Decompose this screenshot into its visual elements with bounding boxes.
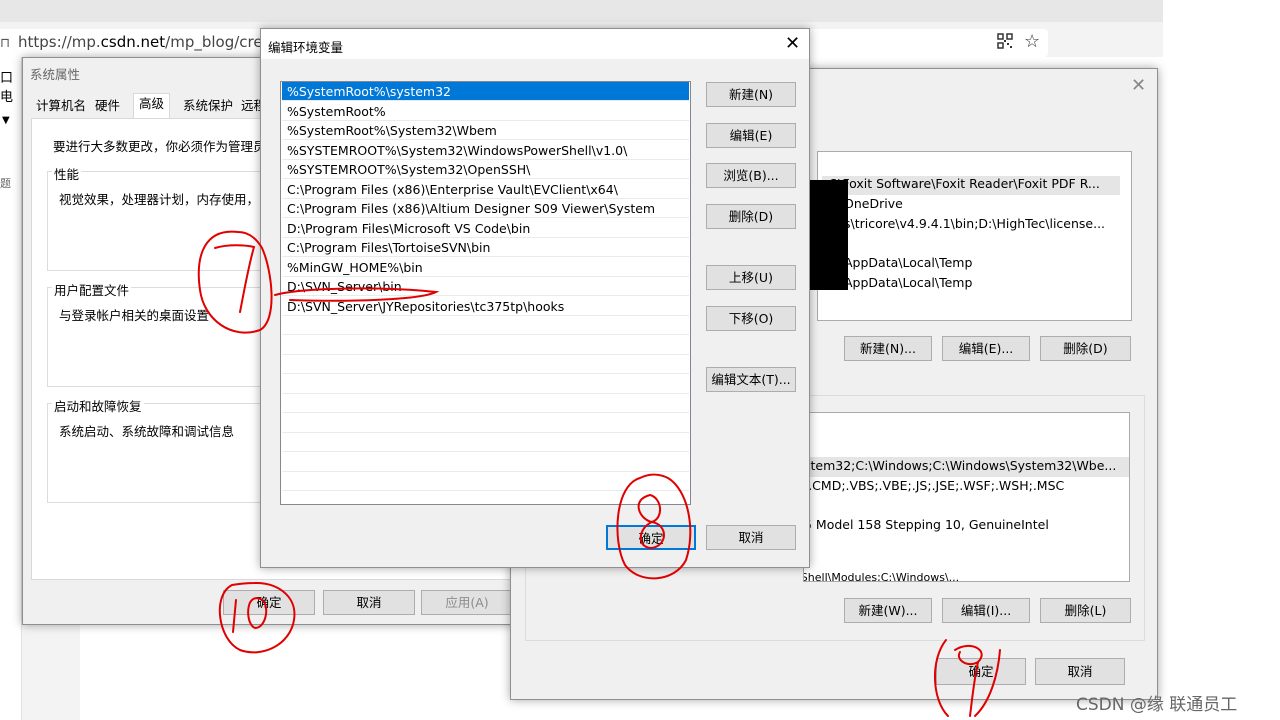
- performance-text: 视觉效果，处理器计划，内存使用，以: [59, 192, 272, 207]
- list-item[interactable]: %SYSTEMROOT%\System32\OpenSSH\: [282, 160, 689, 179]
- edit-cancel-button[interactable]: 取消: [706, 525, 796, 550]
- tab-hardware[interactable]: 硬件: [90, 96, 125, 118]
- dialog-title: 系统属性: [30, 67, 81, 82]
- user-delete-button[interactable]: 删除(D): [1040, 336, 1131, 361]
- list-item[interactable]: AppData\Local\Temp: [844, 255, 972, 270]
- startup-recovery-text: 系统启动、系统故障和调试信息: [59, 424, 235, 439]
- tab-strip: [0, 0, 1163, 22]
- list-row-empty[interactable]: [282, 394, 689, 413]
- list-item[interactable]: %SystemRoot%: [282, 102, 689, 121]
- list-row-empty[interactable]: [282, 336, 689, 355]
- qr-code-icon[interactable]: [997, 33, 1013, 49]
- list-row-empty[interactable]: [282, 316, 689, 335]
- close-icon[interactable]: ✕: [785, 33, 800, 54]
- sys-delete-button[interactable]: 删除(L): [1040, 598, 1131, 623]
- admin-note: 要进行大多数更改，你必须作为管理员登: [53, 139, 279, 154]
- env-ok-button[interactable]: 确定: [936, 658, 1026, 685]
- list-item[interactable]: ;.CMD;.VBS;.VBE;.JS;.JSE;.WSF;.WSH;.MSC: [804, 478, 1064, 493]
- list-item[interactable]: stem32;C:\Windows;C:\Windows\System32\Wb…: [804, 458, 1116, 473]
- list-row-empty[interactable]: [282, 375, 689, 394]
- startup-recovery-label: 启动和故障恢复: [52, 396, 144, 415]
- edit-text-button[interactable]: 编辑文本(T)...: [706, 367, 796, 392]
- list-row-empty[interactable]: [282, 472, 689, 491]
- list-item[interactable]: C:\Program Files (x86)\Altium Designer S…: [282, 199, 689, 218]
- system-variables-list[interactable]: stem32;C:\Windows;C:\Windows\System32\Wb…: [803, 412, 1130, 582]
- user-profile-text: 与登录帐户相关的桌面设置: [59, 308, 210, 323]
- sys-ok-button[interactable]: 确定: [223, 590, 315, 615]
- list-item[interactable]: OneDrive: [844, 196, 903, 211]
- list-item[interactable]: %SystemRoot%\system32: [282, 82, 689, 101]
- edit-env-variable-dialog: 编辑环境变量 ✕ %SystemRoot%\system32 %SystemRo…: [260, 28, 810, 568]
- list-item[interactable]: s\tricore\v4.9.4.1\bin;D:\HighTec\licens…: [844, 216, 1105, 231]
- list-row-empty[interactable]: [282, 453, 689, 472]
- list-row-empty[interactable]: [282, 355, 689, 374]
- list-item[interactable]: C:\Program Files\TortoiseSVN\bin: [282, 238, 689, 257]
- edit-ok-button[interactable]: 确定: [606, 525, 696, 550]
- sys-edit-button[interactable]: 编辑(I)...: [942, 598, 1030, 623]
- performance-label: 性能: [52, 164, 82, 183]
- move-up-button[interactable]: 上移(U): [706, 265, 796, 290]
- title-bar: [261, 29, 809, 59]
- path-list[interactable]: %SystemRoot%\system32 %SystemRoot% %Syst…: [280, 81, 691, 505]
- user-edit-button[interactable]: 编辑(E)...: [942, 336, 1030, 361]
- left-page-strip: 口电 ▼ 题: [0, 57, 22, 720]
- sys-new-button[interactable]: 新建(W)...: [844, 598, 932, 623]
- tab-fragment: 口电: [0, 71, 14, 105]
- close-icon[interactable]: ✕: [1131, 75, 1146, 96]
- list-item[interactable]: %SystemRoot%\System32\Wbem: [282, 121, 689, 140]
- list-item[interactable]: %SYSTEMROOT%\System32\WindowsPowerShell\…: [282, 141, 689, 160]
- tab-system-protection[interactable]: 系统保护: [178, 96, 238, 118]
- side-label: 题: [0, 177, 11, 190]
- list-item[interactable]: : 3\Foxit Software\Foxit Reader\Foxit PD…: [822, 176, 1100, 191]
- redaction-block: [805, 180, 848, 290]
- dialog-title: 编辑环境变量: [268, 40, 344, 55]
- list-item[interactable]: C:\Program Files (x86)\Enterprise Vault\…: [282, 180, 689, 199]
- list-item[interactable]: D:\SVN_Server\JYRepositories\tc375tp\hoo…: [282, 297, 689, 316]
- edit-button[interactable]: 编辑(E): [706, 123, 796, 148]
- user-profile-label: 用户配置文件: [52, 280, 132, 299]
- list-row-empty[interactable]: [282, 433, 689, 452]
- list-item[interactable]: %MinGW_HOME%\bin: [282, 258, 689, 277]
- sys-cancel-button[interactable]: 取消: [323, 590, 415, 615]
- tab-advanced[interactable]: 高级: [133, 93, 171, 119]
- new-button[interactable]: 新建(N): [706, 82, 796, 107]
- url-text[interactable]: https://mp.csdn.net/mp_blog/creatio: [18, 33, 291, 51]
- list-item[interactable]: D:\SVN_Server\bin: [282, 277, 689, 296]
- csdn-watermark: CSDN @缘 联通员工: [1076, 695, 1238, 715]
- move-down-button[interactable]: 下移(O): [706, 306, 796, 331]
- user-new-button[interactable]: 新建(N)...: [844, 336, 932, 361]
- sys-apply-button[interactable]: 应用(A): [421, 590, 513, 615]
- tab-computer-name[interactable]: 计算机名: [31, 96, 91, 118]
- list-item[interactable]: D:\Program Files\Microsoft VS Code\bin: [282, 219, 689, 238]
- list-item[interactable]: PSModulePath %ProgramFiles%\WindowsPower…: [804, 571, 959, 581]
- list-item[interactable]: 5 Model 158 Stepping 10, GenuineIntel: [804, 517, 1049, 532]
- env-cancel-button[interactable]: 取消: [1035, 658, 1125, 685]
- user-variables-list[interactable]: : 3\Foxit Software\Foxit Reader\Foxit PD…: [817, 151, 1132, 321]
- delete-button[interactable]: 删除(D): [706, 204, 796, 229]
- list-row-empty[interactable]: [282, 414, 689, 433]
- browse-button[interactable]: 浏览(B)...: [706, 163, 796, 188]
- list-item[interactable]: AppData\Local\Temp: [844, 275, 972, 290]
- dropdown-arrow-icon[interactable]: ▼: [2, 115, 10, 126]
- favorite-star-icon[interactable]: ☆: [1024, 31, 1040, 52]
- lock-icon: ⊓: [0, 36, 11, 51]
